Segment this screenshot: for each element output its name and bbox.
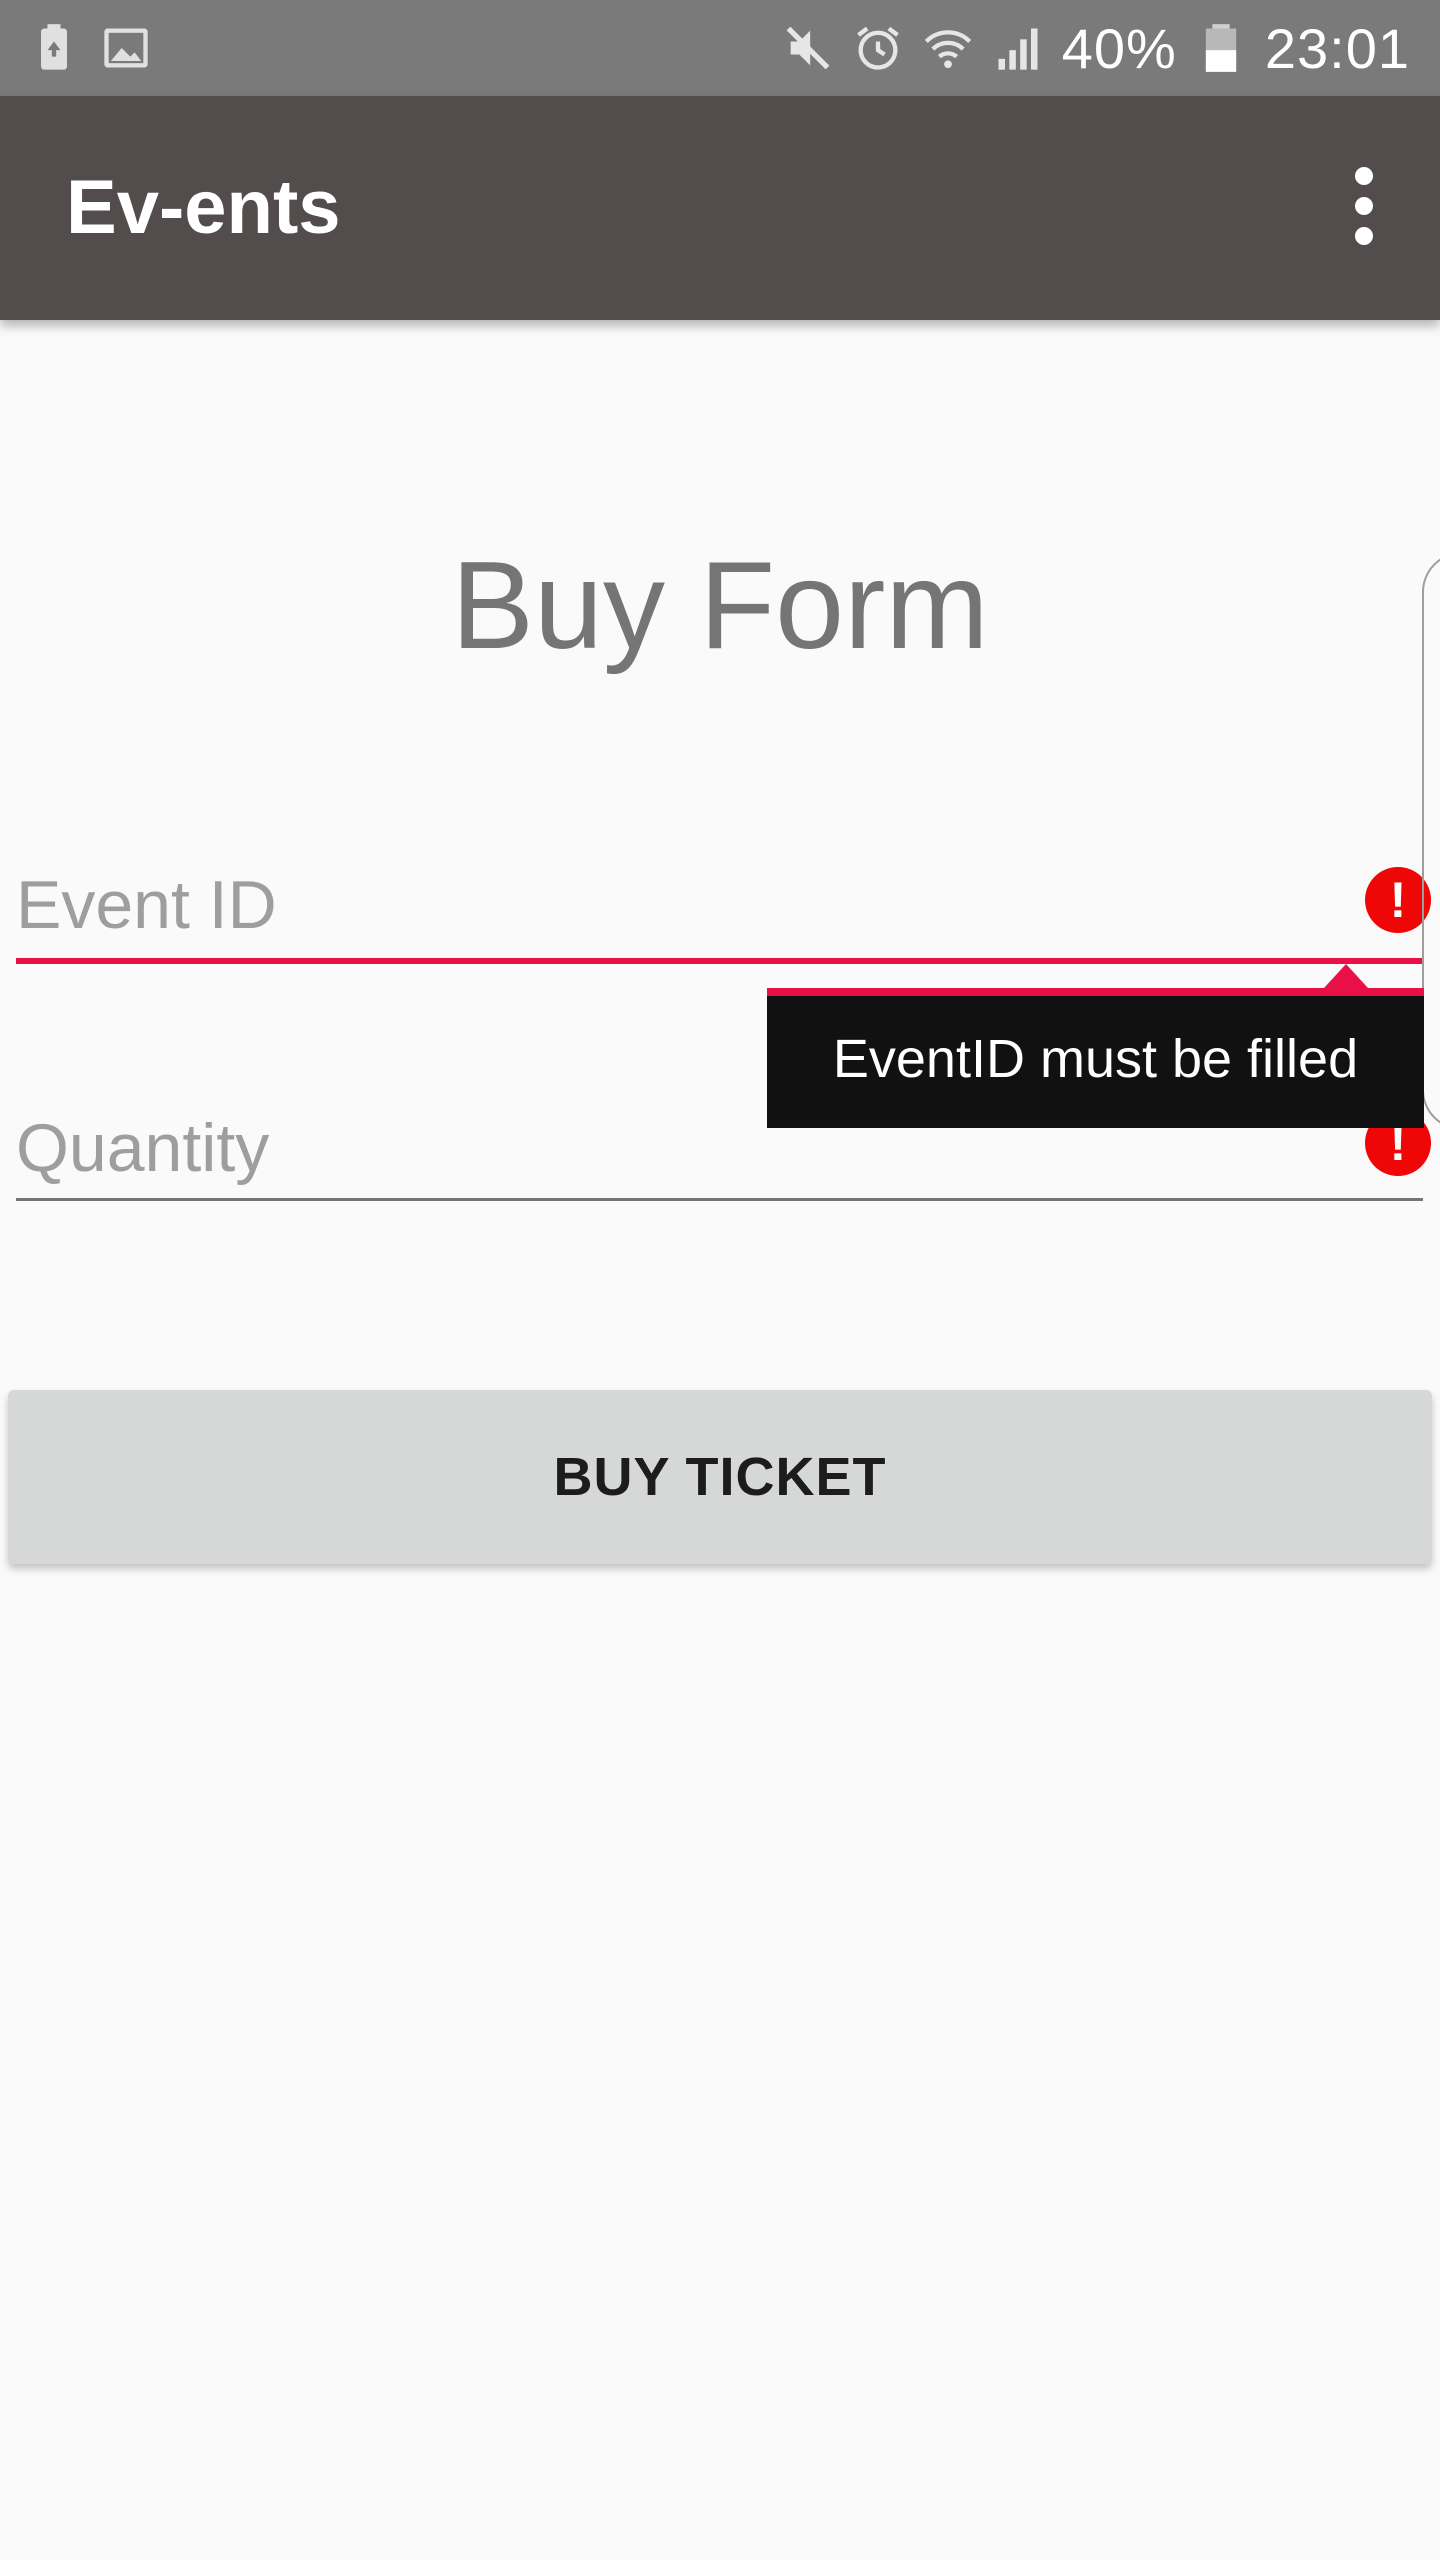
battery-icon <box>1205 24 1237 72</box>
event-id-underline <box>16 958 1423 964</box>
battery-percent: 40% <box>1061 16 1177 80</box>
menu-dot <box>1355 167 1373 185</box>
event-id-field: ! <box>16 855 1431 965</box>
image-icon <box>104 28 148 68</box>
signal-icon <box>998 28 1038 70</box>
page-title: Buy Form <box>451 537 989 675</box>
event-id-input[interactable] <box>16 855 1316 955</box>
battery-saver-icon <box>41 24 67 70</box>
edge-panel-handle <box>1422 552 1440 1130</box>
wifi-icon <box>924 30 971 69</box>
menu-dot <box>1355 197 1373 215</box>
overflow-menu-icon[interactable] <box>1324 156 1404 256</box>
app-bar: Ev-ents <box>0 96 1440 320</box>
menu-dot <box>1355 227 1373 245</box>
status-bar-right: 40% 23:01 <box>782 0 1410 96</box>
error-popup: EventID must be filled <box>767 988 1424 1128</box>
quantity-underline <box>16 1198 1423 1201</box>
status-bar: 40% 23:01 <box>0 0 1440 96</box>
clock: 23:01 <box>1264 16 1410 80</box>
buy-ticket-button[interactable]: BUY TICKET <box>8 1390 1432 1564</box>
alarm-icon <box>856 26 899 70</box>
error-popup-arrow <box>1324 964 1368 988</box>
app-title: Ev-ents <box>66 165 341 250</box>
mute-icon <box>786 26 830 70</box>
